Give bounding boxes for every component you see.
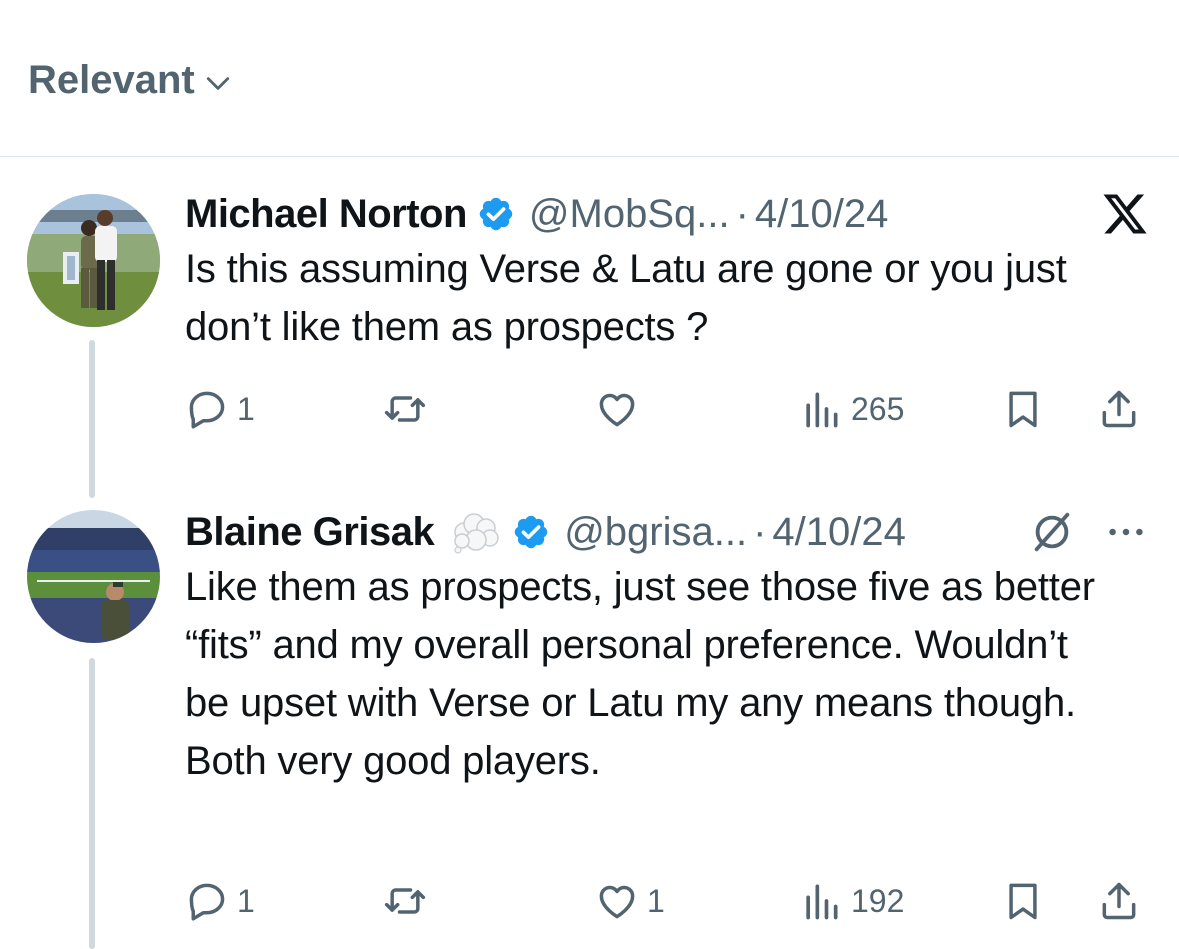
- views-icon: [806, 392, 838, 428]
- author-name[interactable]: Michael Norton: [185, 190, 467, 238]
- retweet-icon: [384, 888, 426, 914]
- verified-badge-icon: [514, 515, 548, 549]
- retweet-button[interactable]: [383, 876, 435, 926]
- avatar[interactable]: [27, 194, 160, 327]
- reply-count: 1: [237, 390, 255, 427]
- author-handle[interactable]: @MobSq...: [529, 190, 730, 238]
- author-name[interactable]: Blaine Grisak: [185, 508, 435, 556]
- tweet-header: Blaine Grisak @bgrisa... · 4/10/24: [185, 508, 1149, 556]
- reply-icon: [189, 883, 225, 921]
- replies-page: Relevant Michael Norton @MobSq... · 4/10…: [0, 0, 1179, 949]
- views-button[interactable]: 192: [799, 876, 904, 926]
- views-button[interactable]: 265: [799, 384, 904, 434]
- x-logo-icon: [1103, 194, 1147, 234]
- chevron-down-icon: [206, 76, 229, 90]
- share-icon: [1102, 390, 1136, 428]
- reply-button[interactable]: 1: [185, 876, 255, 926]
- author-handle[interactable]: @bgrisa...: [564, 508, 747, 556]
- reply-icon: [189, 391, 225, 429]
- sort-label: Relevant: [28, 58, 195, 102]
- tweet-text: Like them as prospects, just see those f…: [185, 565, 1095, 783]
- bookmark-icon: [1009, 883, 1037, 920]
- grok-icon[interactable]: [1029, 509, 1075, 555]
- tweet-actions: 1 265: [185, 384, 1149, 434]
- retweet-button[interactable]: [383, 384, 435, 434]
- avatar-photo: [27, 194, 160, 327]
- thread-line: [89, 658, 95, 949]
- like-button[interactable]: 1: [595, 876, 665, 926]
- reply-button[interactable]: 1: [185, 384, 255, 434]
- tweet-date[interactable]: 4/10/24: [772, 508, 905, 556]
- more-icon[interactable]: [1103, 509, 1149, 555]
- views-count: 265: [851, 390, 905, 427]
- header-divider: [0, 156, 1179, 157]
- separator-dot: ·: [735, 192, 749, 236]
- heart-icon: [599, 393, 635, 427]
- reply-tweet[interactable]: Blaine Grisak @bgrisa... · 4/10/24 Like …: [185, 508, 1149, 790]
- heart-icon: [599, 885, 635, 919]
- views-icon: [806, 884, 838, 920]
- thread-line: [89, 340, 95, 498]
- bookmark-icon: [1009, 391, 1037, 428]
- reply-tweet[interactable]: Michael Norton @MobSq... · 4/10/24 Is th…: [185, 190, 1149, 356]
- verified-badge-icon: [479, 197, 513, 231]
- avatar-photo: [27, 510, 160, 643]
- views-count: 192: [851, 882, 905, 919]
- separator-dot: ·: [753, 510, 767, 554]
- share-button[interactable]: [1097, 876, 1141, 926]
- sort-dropdown[interactable]: Relevant: [28, 58, 231, 103]
- tweet-header: Michael Norton @MobSq... · 4/10/24: [185, 190, 1149, 238]
- like-button[interactable]: [595, 384, 647, 434]
- cloud-icon: [454, 513, 499, 554]
- retweet-icon: [384, 396, 426, 422]
- share-button[interactable]: [1097, 384, 1141, 434]
- tweet-actions: 1 1 192: [185, 876, 1149, 926]
- avatar[interactable]: [27, 510, 160, 643]
- bookmark-button[interactable]: [1001, 384, 1045, 434]
- reply-count: 1: [237, 882, 255, 919]
- tweet-date[interactable]: 4/10/24: [755, 190, 888, 238]
- share-icon: [1102, 882, 1136, 920]
- bookmark-button[interactable]: [1001, 876, 1045, 926]
- tweet-text: Is this assuming Verse & Latu are gone o…: [185, 247, 1067, 349]
- like-count: 1: [647, 882, 665, 919]
